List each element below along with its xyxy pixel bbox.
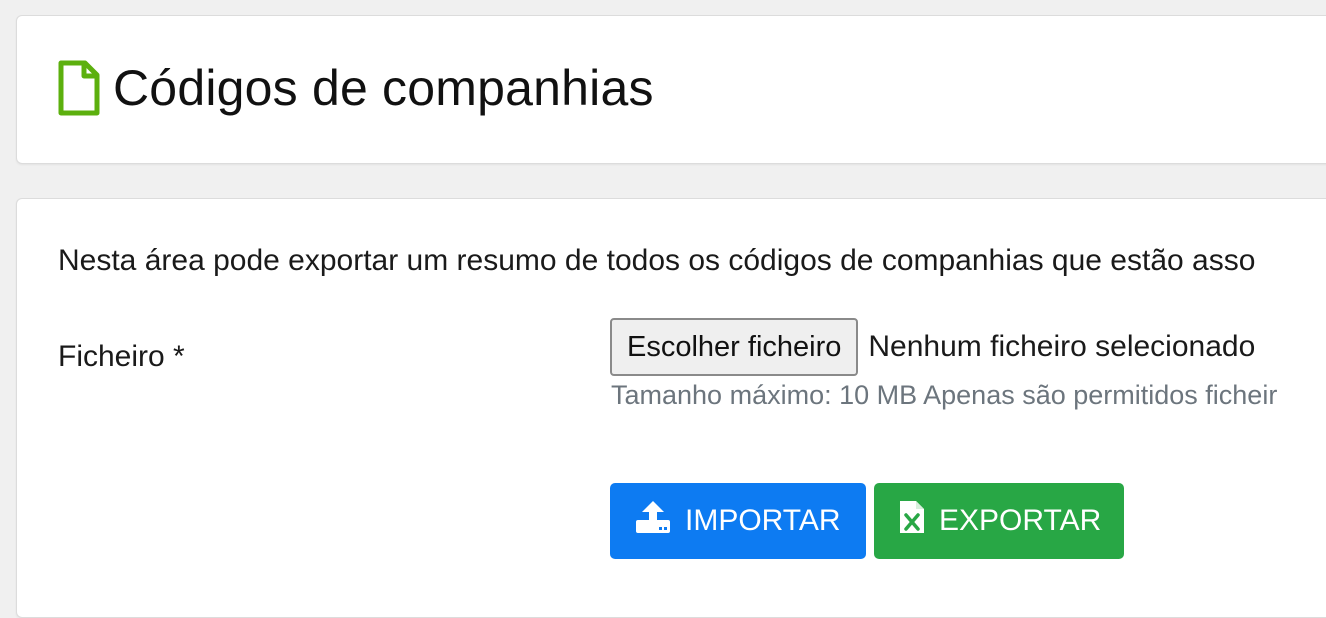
- upload-icon: [635, 500, 671, 542]
- action-buttons: IMPORTAR EXPORTAR: [610, 483, 1124, 559]
- file-help-text: Tamanho máximo: 10 MB Apenas são permiti…: [611, 380, 1278, 410]
- title-row: Códigos de companhias: [57, 60, 654, 116]
- file-icon: [57, 60, 101, 116]
- page-title: Códigos de companhias: [113, 60, 654, 116]
- file-field-label: Ficheiro *: [58, 340, 185, 373]
- import-button-label: IMPORTAR: [685, 504, 841, 537]
- export-button-label: EXPORTAR: [939, 504, 1102, 537]
- no-file-selected-text: Nenhum ficheiro selecionado: [868, 330, 1256, 363]
- export-button[interactable]: EXPORTAR: [874, 483, 1124, 559]
- content-card: Nesta área pode exportar um resumo de to…: [16, 198, 1326, 618]
- excel-file-icon: [899, 500, 925, 542]
- file-input[interactable]: Escolher ficheiro Nenhum ficheiro seleci…: [610, 318, 1255, 376]
- page-header-card: Códigos de companhias: [16, 15, 1326, 164]
- intro-text: Nesta área pode exportar um resumo de to…: [58, 244, 1256, 277]
- choose-file-button[interactable]: Escolher ficheiro: [610, 318, 859, 376]
- import-button[interactable]: IMPORTAR: [610, 483, 866, 559]
